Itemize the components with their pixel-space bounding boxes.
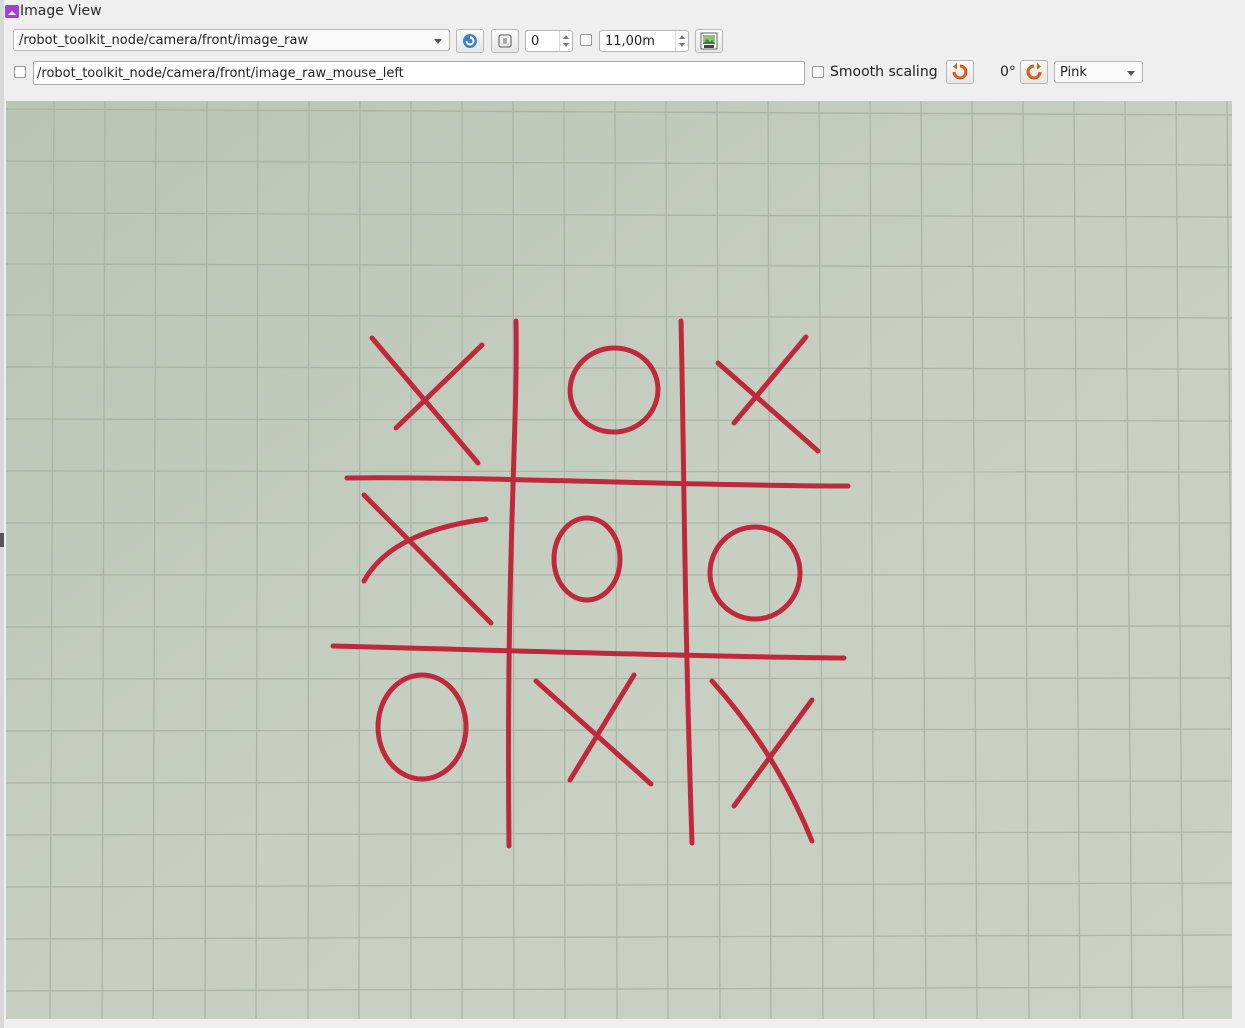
mouse-topic-field[interactable]: /robot_toolkit_node/camera/front/image_r… <box>33 61 805 85</box>
save-image-button[interactable] <box>695 29 723 53</box>
spin-down-icon[interactable] <box>679 43 685 47</box>
max-range-checkbox[interactable] <box>580 34 592 46</box>
colormap-value: Pink <box>1060 65 1087 80</box>
number-spinbox[interactable]: 0 <box>525 30 573 52</box>
camera-image-view[interactable] <box>6 101 1232 1019</box>
spinbox-separator <box>559 31 560 51</box>
chevron-down-icon <box>434 39 442 44</box>
rotate-right-button[interactable] <box>1020 60 1048 84</box>
spin-down-icon[interactable] <box>563 43 569 47</box>
spin-up-icon[interactable] <box>563 35 569 39</box>
refresh-button[interactable] <box>456 29 484 53</box>
rotation-value: 0° <box>1000 64 1016 80</box>
resize-handle[interactable] <box>0 533 4 547</box>
smooth-scaling-label: Smooth scaling <box>830 64 938 80</box>
number-spinbox-value: 0 <box>531 34 540 49</box>
max-value-spinbox[interactable]: 11,00m <box>599 30 689 52</box>
window-left-edge <box>0 0 4 1028</box>
window-title: Image View <box>20 3 102 19</box>
topic-dropdown-value: /robot_toolkit_node/camera/front/image_r… <box>19 33 309 48</box>
rotate-cw-icon <box>1026 63 1042 80</box>
topic-dropdown[interactable]: /robot_toolkit_node/camera/front/image_r… <box>13 29 450 51</box>
colormap-dropdown[interactable]: Pink <box>1054 61 1143 83</box>
publish-mouse-checkbox[interactable] <box>14 66 26 78</box>
smooth-scaling-checkbox[interactable] <box>812 66 824 78</box>
rotate-ccw-icon <box>952 63 968 80</box>
chevron-down-icon <box>1127 71 1135 76</box>
refresh-icon <box>463 34 477 48</box>
save-image-icon <box>700 32 718 50</box>
mouse-topic-value: /robot_toolkit_node/camera/front/image_r… <box>37 66 404 81</box>
zoom-fit-icon <box>498 34 512 48</box>
zoom-fit-button[interactable] <box>491 29 519 53</box>
image-view-icon <box>5 5 19 18</box>
camera-image <box>6 101 1232 1019</box>
max-value-spinbox-value: 11,00m <box>605 34 655 49</box>
spinbox-separator <box>675 31 676 51</box>
rotate-left-button[interactable] <box>946 60 974 84</box>
spin-up-icon[interactable] <box>679 35 685 39</box>
title-bar: Image View <box>0 0 1245 24</box>
